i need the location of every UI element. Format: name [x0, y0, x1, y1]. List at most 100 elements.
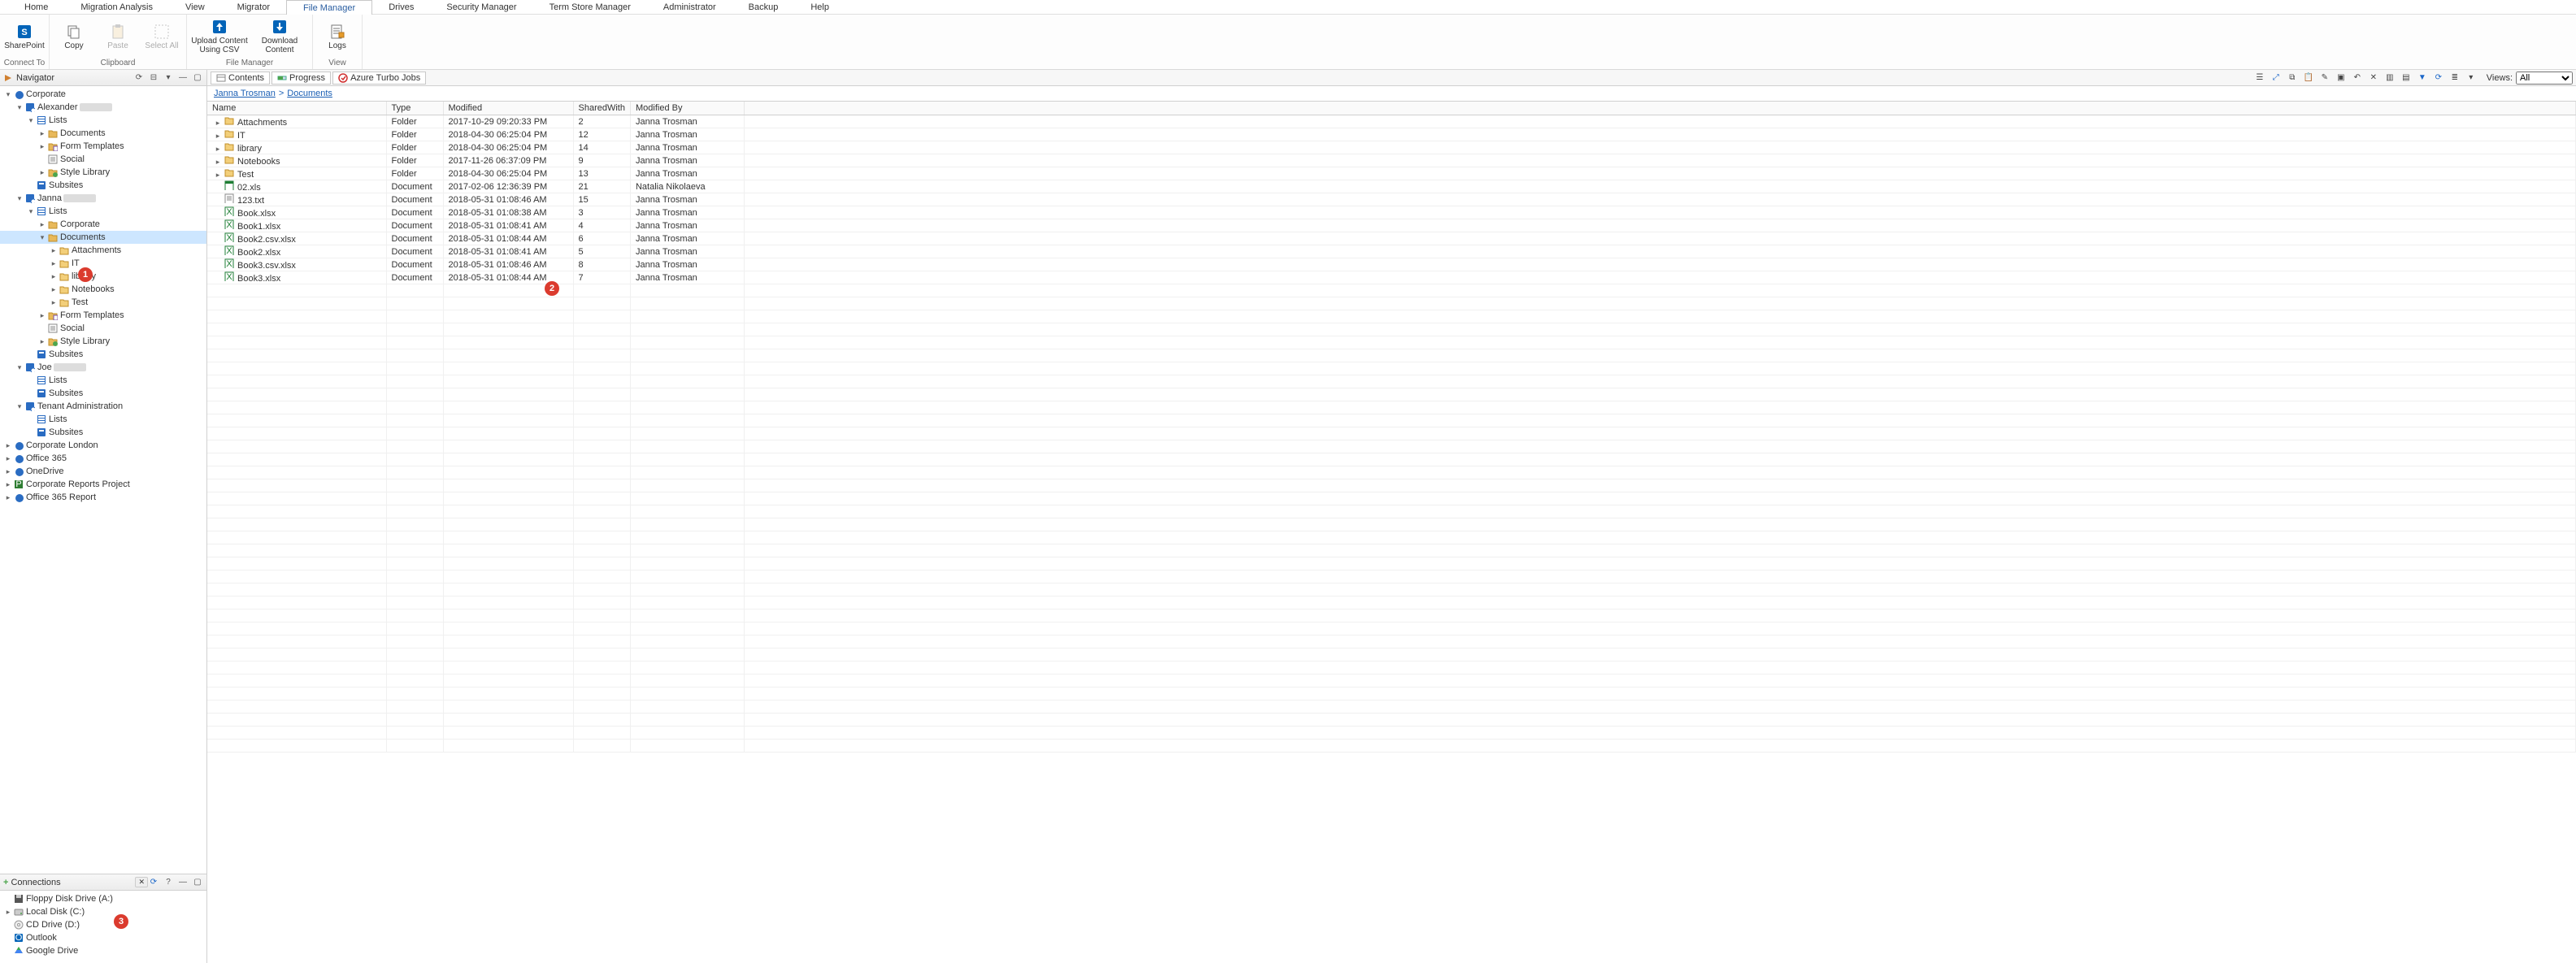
new-folder-icon[interactable]: ▣	[2334, 72, 2348, 85]
help-icon[interactable]: ?	[163, 877, 174, 888]
table-row[interactable]: ▸ITFolder2018-04-30 06:25:04 PM12Janna T…	[207, 128, 2576, 141]
table-row[interactable]: ▸AttachmentsFolder2017-10-29 09:20:33 PM…	[207, 115, 2576, 128]
connections-tab-close-icon[interactable]: ✕	[135, 877, 148, 887]
connection-item[interactable]: CD Drive (D:)	[0, 918, 206, 931]
tree-node[interactable]: ▸Form Templates	[0, 309, 206, 322]
copy-button[interactable]: Copy	[53, 16, 95, 57]
tree-node[interactable]: ▸OneDrive	[0, 465, 206, 478]
breadcrumb-root[interactable]: Janna Trosman	[214, 89, 276, 98]
select-col-icon[interactable]: ▥	[2383, 72, 2397, 85]
twist-icon[interactable]: ▾	[15, 402, 24, 411]
menu-drives[interactable]: Drives	[372, 0, 430, 15]
twist-icon[interactable]: ▸	[37, 168, 47, 177]
row-twist-icon[interactable]: ▸	[212, 158, 224, 167]
select-row-icon[interactable]: ▤	[2399, 72, 2413, 85]
tree-node[interactable]: ▸Attachments	[0, 244, 206, 257]
refresh-connections-icon[interactable]: ⟳	[148, 877, 159, 888]
tree-node[interactable]: ▸library	[0, 270, 206, 283]
col-name[interactable]: Name	[207, 102, 386, 115]
twist-icon[interactable]: ▸	[3, 467, 13, 476]
twist-icon[interactable]: ▸	[37, 142, 47, 151]
minimize-conn-icon[interactable]: —	[177, 877, 189, 888]
twist-icon[interactable]: ▾	[26, 207, 36, 216]
sharepoint-button[interactable]: SharePoint	[3, 16, 46, 57]
connection-item[interactable]: Google Drive	[0, 944, 206, 957]
table-row[interactable]: ▸TestFolder2018-04-30 06:25:04 PM13Janna…	[207, 167, 2576, 180]
tree-node[interactable]: Subsites	[0, 387, 206, 400]
tree-node[interactable]: Lists	[0, 413, 206, 426]
tree-node[interactable]: ▸Form Templates	[0, 140, 206, 153]
tab-contents[interactable]: Contents	[211, 72, 270, 85]
row-twist-icon[interactable]: ▸	[212, 145, 224, 154]
row-twist-icon[interactable]: ▸	[212, 171, 224, 180]
tree-node[interactable]: ▸Corporate	[0, 218, 206, 231]
undo-icon[interactable]: ↶	[2350, 72, 2365, 85]
twist-icon[interactable]: ▾	[26, 116, 36, 125]
menu-view[interactable]: View	[169, 0, 221, 15]
table-row[interactable]: Book3.csv.xlsxDocument2018-05-31 01:08:4…	[207, 258, 2576, 271]
rename-icon[interactable]: ✎	[2318, 72, 2332, 85]
twist-icon[interactable]: ▸	[49, 246, 59, 255]
twist-icon[interactable]: ▸	[49, 272, 59, 281]
tree-node[interactable]: ▾Lists	[0, 205, 206, 218]
connection-item[interactable]: Floppy Disk Drive (A:)	[0, 892, 206, 905]
tree-node[interactable]: Social	[0, 153, 206, 166]
tree-node[interactable]: ▾Corporate	[0, 88, 206, 101]
col-modified[interactable]: Modified	[443, 102, 573, 115]
breadcrumb-leaf[interactable]: Documents	[287, 89, 332, 98]
properties-icon[interactable]: ≣	[2448, 72, 2462, 85]
table-row[interactable]: Book2.xlsxDocument2018-05-31 01:08:41 AM…	[207, 245, 2576, 258]
col-type[interactable]: Type	[386, 102, 443, 115]
tree-node[interactable]: ▸Style Library	[0, 166, 206, 179]
tree-node[interactable]: ▸Notebooks	[0, 283, 206, 296]
menu-file-manager[interactable]: File Manager	[286, 0, 372, 15]
tab-azure-jobs[interactable]: Azure Turbo Jobs	[332, 72, 426, 85]
twist-icon[interactable]: ▸	[49, 285, 59, 294]
twist-icon[interactable]: ▾	[15, 194, 24, 203]
logs-button[interactable]: Logs	[316, 16, 358, 57]
more-icon[interactable]: ▾	[2464, 72, 2478, 85]
twist-icon[interactable]: ▸	[3, 493, 13, 502]
row-twist-icon[interactable]: ▸	[212, 119, 224, 128]
upload-content-button[interactable]: Upload Content Using CSV	[190, 16, 249, 57]
tree-node[interactable]: ▸Documents	[0, 127, 206, 140]
twist-icon[interactable]: ▾	[15, 103, 24, 112]
table-row[interactable]: Book2.csv.xlsxDocument2018-05-31 01:08:4…	[207, 232, 2576, 245]
twist-icon[interactable]: ▸	[3, 480, 13, 489]
twist-icon[interactable]: ▾	[37, 233, 47, 242]
tree-node[interactable]: ▸Office 365	[0, 452, 206, 465]
maximize-icon[interactable]: ▢	[192, 72, 203, 84]
row-twist-icon[interactable]: ▸	[212, 132, 224, 141]
refresh-grid-icon[interactable]: ⟳	[2431, 72, 2446, 85]
tree-node[interactable]: ▾Alexander	[0, 101, 206, 114]
connections-list[interactable]: Floppy Disk Drive (A:)▸Local Disk (C:)CD…	[0, 891, 206, 963]
table-row[interactable]: 02.xlsDocument2017-02-06 12:36:39 PM21Na…	[207, 180, 2576, 193]
table-row[interactable]: ▸NotebooksFolder2017-11-26 06:37:09 PM9J…	[207, 154, 2576, 167]
minimize-icon[interactable]: —	[177, 72, 189, 84]
tree-node[interactable]: ▾Documents	[0, 231, 206, 244]
table-row[interactable]: ▸libraryFolder2018-04-30 06:25:04 PM14Ja…	[207, 141, 2576, 154]
tree-node[interactable]: Subsites	[0, 426, 206, 439]
tree-node[interactable]: Subsites	[0, 348, 206, 361]
menu-backup[interactable]: Backup	[732, 0, 795, 15]
refresh-icon[interactable]: ⟳	[133, 72, 145, 84]
tree-node[interactable]: Lists	[0, 374, 206, 387]
menu-help[interactable]: Help	[794, 0, 845, 15]
twist-icon[interactable]: ▸	[37, 129, 47, 138]
tree-node[interactable]: Social	[0, 322, 206, 335]
tree-node[interactable]: ▸Corporate London	[0, 439, 206, 452]
view-menu-icon[interactable]: ▾	[163, 72, 174, 84]
table-row[interactable]: Book3.xlsxDocument2018-05-31 01:08:44 AM…	[207, 271, 2576, 284]
table-row[interactable]: Book1.xlsxDocument2018-05-31 01:08:41 AM…	[207, 219, 2576, 232]
table-row[interactable]: Book.xlsxDocument2018-05-31 01:08:38 AM3…	[207, 206, 2576, 219]
connection-item[interactable]: Outlook	[0, 931, 206, 944]
twist-icon[interactable]: ▸	[37, 311, 47, 320]
menu-home[interactable]: Home	[8, 0, 64, 15]
tree-node[interactable]: ▾Joe	[0, 361, 206, 374]
delete-icon[interactable]: ✕	[2366, 72, 2381, 85]
twist-icon[interactable]: ▸	[3, 454, 13, 463]
tab-progress[interactable]: Progress	[272, 72, 331, 85]
download-content-button[interactable]: Download Content	[250, 16, 309, 57]
copy-tool-icon[interactable]: ⧉	[2285, 72, 2300, 85]
menu-migrator[interactable]: Migrator	[221, 0, 286, 15]
